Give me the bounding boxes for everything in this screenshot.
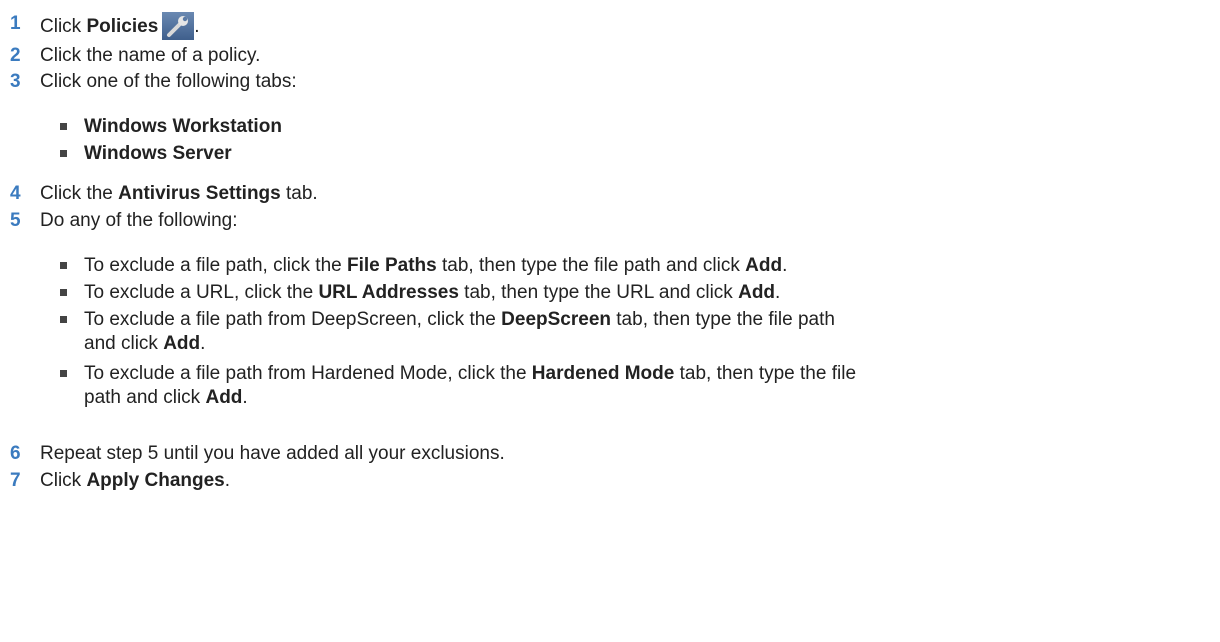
- step-text-post: .: [194, 16, 200, 37]
- bullet-square: [60, 316, 67, 323]
- step-text: Repeat step 5 until you have added all y…: [40, 443, 505, 464]
- wrench-icon: [162, 12, 195, 40]
- list-item: Windows Workstation: [0, 115, 1210, 139]
- step-number: 5: [10, 210, 21, 231]
- step-number: 1: [10, 13, 21, 34]
- step-text-bold: Apply Changes: [86, 470, 225, 491]
- step-number: 3: [10, 71, 21, 92]
- step-text-pre: Click: [40, 470, 87, 491]
- step-text-post: .: [224, 470, 231, 491]
- step-text: Click Policies .: [40, 12, 200, 40]
- step-text-bold: Antivirus Settings: [118, 183, 281, 204]
- step-text-pre: Click: [40, 16, 87, 37]
- bullet-square: [60, 370, 67, 377]
- step-text: Do any of the following:: [40, 210, 238, 231]
- list-item: To exclude a file path, click the File P…: [0, 254, 1210, 278]
- step-text: Click the name of a policy.: [40, 45, 261, 66]
- bullet-square: [60, 150, 67, 157]
- list-item: To exclude a URL, click the URL Addresse…: [0, 281, 1210, 305]
- step-text: Click Apply Changes.: [40, 469, 230, 493]
- step-number: 7: [10, 470, 21, 491]
- bullet-square: [60, 289, 67, 296]
- list-item: To exclude a file path from Hardened Mod…: [0, 362, 1210, 412]
- tab-name: Windows Server: [84, 143, 232, 164]
- step-text: Click one of the following tabs:: [40, 71, 297, 92]
- bullet-square: [60, 123, 67, 130]
- step-text: Click the Antivirus Settings tab.: [40, 182, 318, 206]
- bullet-square: [60, 262, 67, 269]
- step-number: 2: [10, 45, 21, 66]
- step-number: 6: [10, 443, 21, 464]
- step-number: 4: [10, 183, 21, 204]
- list-item: Windows Server: [0, 142, 1210, 166]
- list-item: To exclude a file path from DeepScreen, …: [0, 308, 1210, 358]
- step-text-post: tab.: [280, 183, 318, 204]
- tab-name: Windows Workstation: [84, 116, 282, 137]
- step-text-bold: Policies: [86, 16, 159, 37]
- step-text-pre: Click the: [40, 183, 119, 204]
